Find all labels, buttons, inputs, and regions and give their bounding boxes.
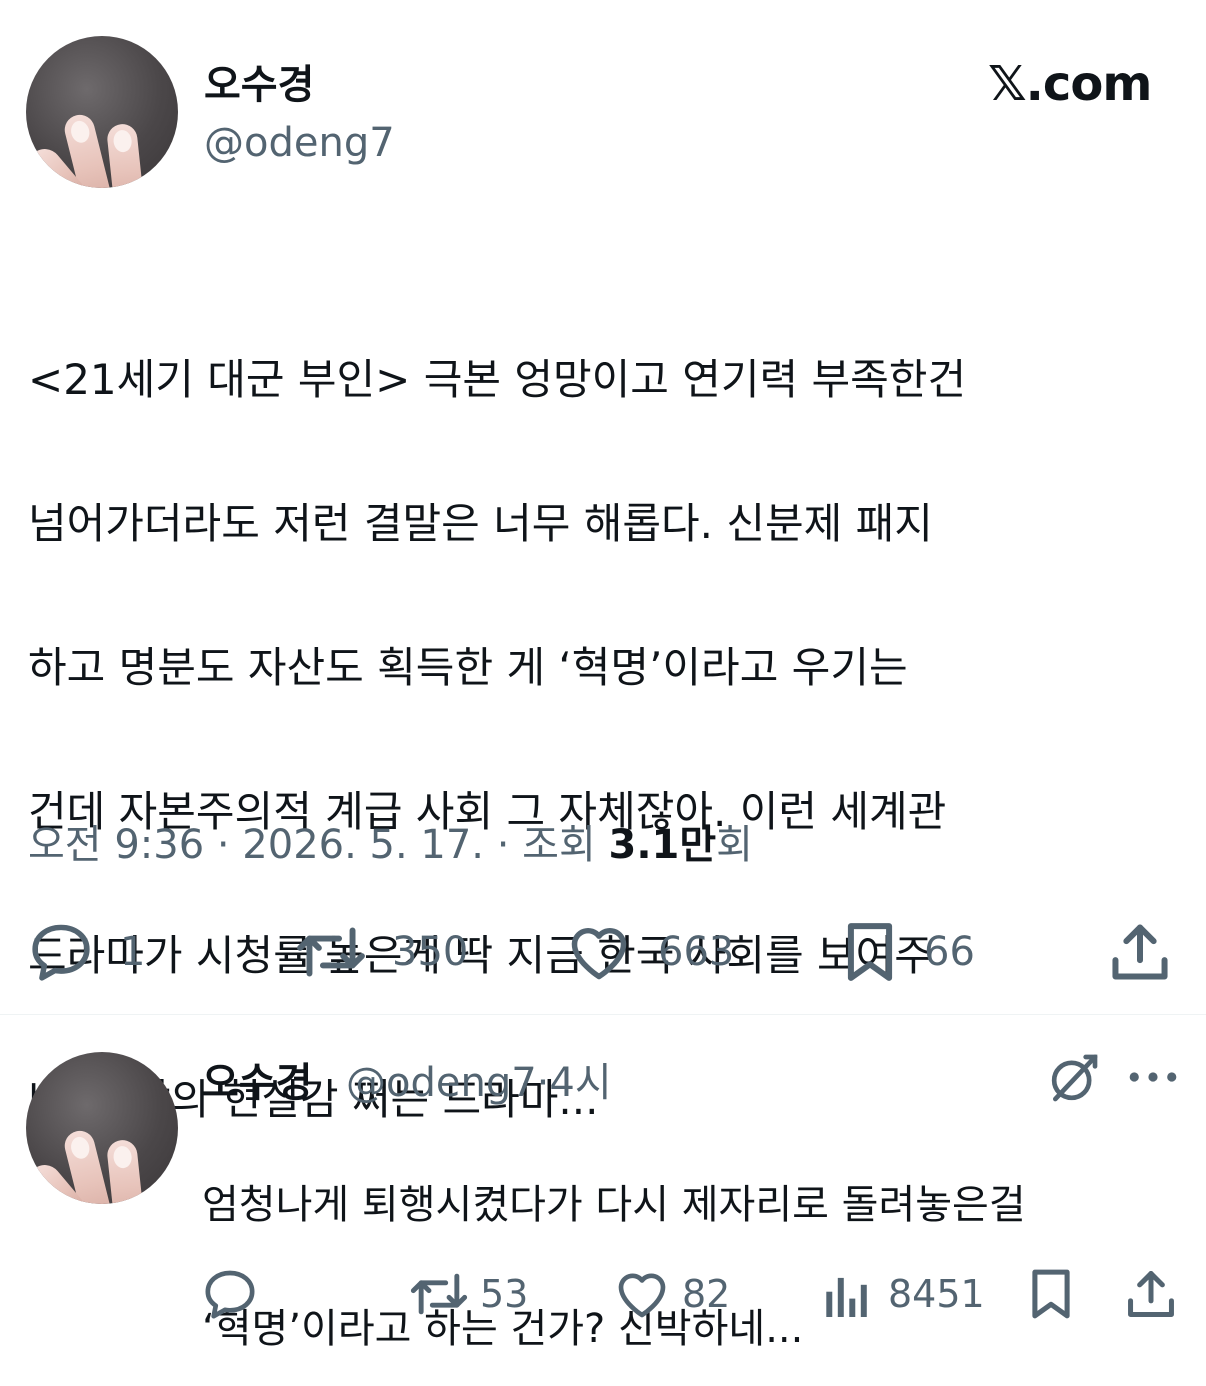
tweet-line: <21세기 대군 부인> 극본 엉망이고 연기력 부족한건 bbox=[28, 355, 967, 404]
retweet-arrows-icon bbox=[296, 922, 366, 982]
reply-text: 엄청나게 퇴행시켰다가 다시 제자리로 돌려놓은걸 ‘혁명’이라고 하는 건가?… bbox=[202, 1112, 1192, 1386]
tweet-line: 넘어가더라도 저런 결말은 너무 해롭다. 신분제 패지 bbox=[28, 499, 933, 548]
display-name[interactable]: 오수경 bbox=[204, 52, 314, 110]
speech-bubble-icon bbox=[28, 922, 94, 982]
heart-icon bbox=[614, 1268, 670, 1320]
reply-like-count: 82 bbox=[682, 1272, 731, 1316]
divider bbox=[0, 1014, 1206, 1015]
like-count: 663 bbox=[658, 929, 735, 975]
heart-icon bbox=[566, 922, 632, 982]
bookmark-icon bbox=[842, 922, 898, 982]
bar-chart-icon bbox=[824, 1268, 870, 1320]
bookmark-icon bbox=[1028, 1268, 1074, 1320]
reply-like-button[interactable]: 82 bbox=[614, 1268, 730, 1320]
ellipsis-icon[interactable] bbox=[1128, 1062, 1178, 1096]
reply-handle-line: @odeng7·4시 bbox=[346, 1050, 612, 1108]
retweet-button[interactable]: 350 bbox=[296, 922, 468, 982]
tweet-line: 하고 명분도 자산도 획득한 게 ‘혁명’이라고 우기는 bbox=[28, 643, 908, 692]
reply-line: 엄청나게 퇴행시켰다가 다시 제자리로 돌려놓은걸 bbox=[202, 1182, 1026, 1228]
share-upload-icon bbox=[1126, 1268, 1176, 1320]
meta-separator: · bbox=[204, 822, 243, 868]
bookmark-button[interactable]: 66 bbox=[842, 922, 975, 982]
tweet-date[interactable]: 2026. 5. 17. bbox=[242, 822, 484, 868]
reply-display-name[interactable]: 오수경 bbox=[202, 1050, 312, 1108]
reply-share-button[interactable] bbox=[1126, 1268, 1176, 1320]
reply-button[interactable]: 1 bbox=[28, 922, 145, 982]
main-avatar[interactable] bbox=[26, 36, 178, 188]
reply-handle[interactable]: @odeng7 bbox=[346, 1060, 537, 1106]
reply-views-button[interactable]: 8451 bbox=[824, 1268, 985, 1320]
tweet-time[interactable]: 오전 9:36 bbox=[28, 822, 204, 868]
bookmark-count: 66 bbox=[924, 929, 975, 975]
grok-slash-circle-icon[interactable] bbox=[1046, 1050, 1102, 1110]
retweet-count: 350 bbox=[392, 929, 469, 975]
reply-avatar[interactable] bbox=[26, 1052, 178, 1204]
speech-bubble-icon bbox=[202, 1268, 258, 1320]
share-button[interactable] bbox=[1110, 922, 1170, 982]
like-button[interactable]: 663 bbox=[566, 922, 734, 982]
views-label: 조회 bbox=[522, 822, 596, 868]
x-logo: 𝕏.com bbox=[988, 56, 1152, 112]
views-suffix: 회 bbox=[716, 822, 753, 868]
share-upload-icon bbox=[1110, 922, 1170, 982]
meta-separator: · bbox=[484, 822, 523, 868]
retweet-arrows-icon bbox=[410, 1268, 468, 1320]
reply-retweet-count: 53 bbox=[480, 1272, 529, 1316]
reply-reply-button[interactable] bbox=[202, 1268, 258, 1320]
views-number: 3.1만 bbox=[608, 822, 717, 868]
reply-bookmark-button[interactable] bbox=[1028, 1268, 1074, 1320]
reply-retweet-button[interactable]: 53 bbox=[410, 1268, 528, 1320]
reply-time[interactable]: 4시 bbox=[549, 1060, 611, 1106]
reply-views-count: 8451 bbox=[888, 1272, 985, 1316]
tweet-meta: 오전 9:36 · 2026. 5. 17. · 조회 3.1만회 bbox=[28, 812, 753, 870]
reply-separator: · bbox=[536, 1060, 550, 1106]
user-handle[interactable]: @odeng7 bbox=[204, 120, 395, 166]
reply-count: 1 bbox=[120, 929, 146, 975]
